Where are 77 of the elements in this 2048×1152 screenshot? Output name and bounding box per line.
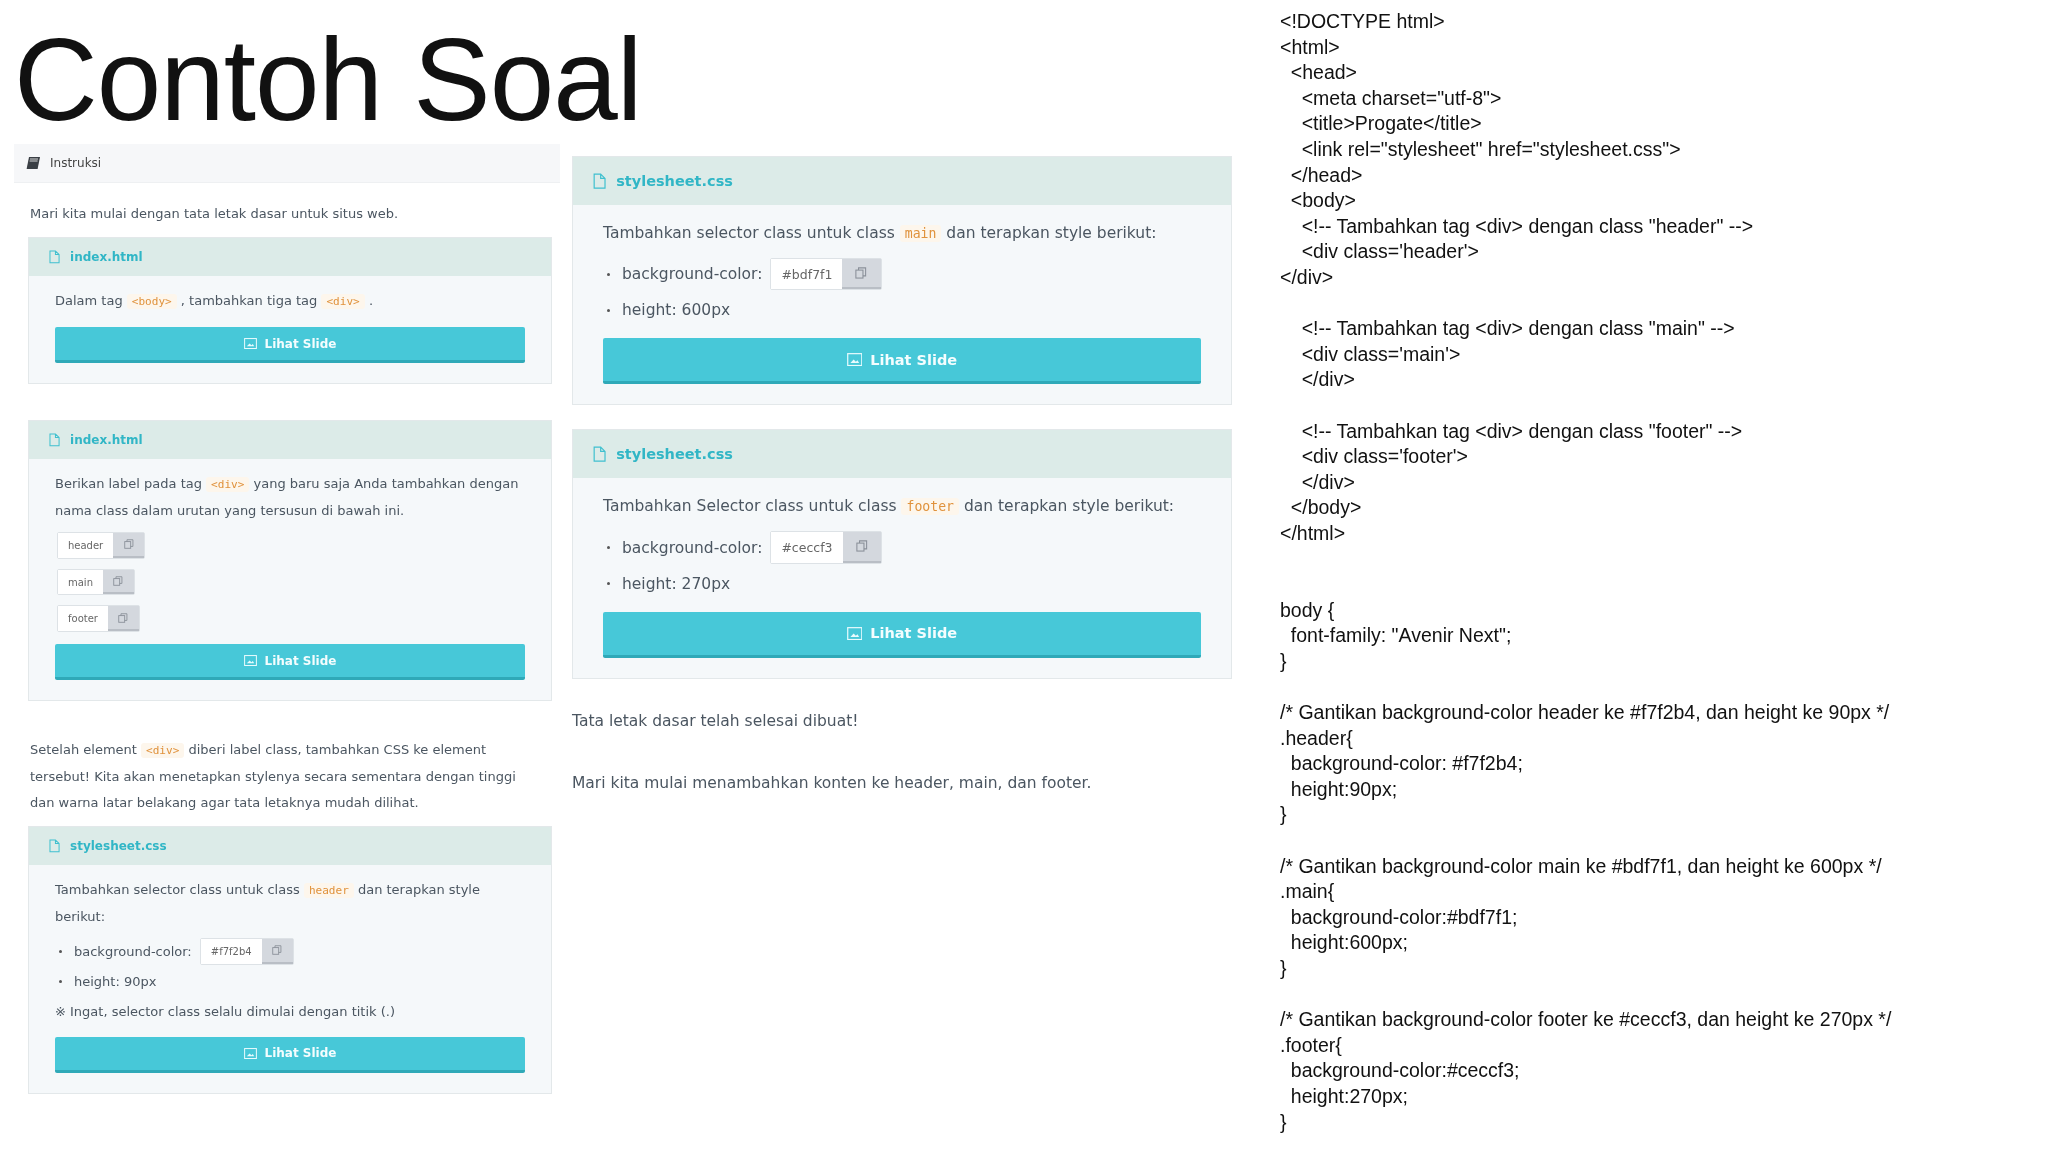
task-text: Berikan label pada tag <div> yang baru saja Anda tambahkan dengan nama class dalam urutan yang tersusun di bawah ini. — [55, 475, 520, 520]
code-line: </div> — [1280, 264, 1335, 290]
code-line: } — [1280, 1109, 1288, 1135]
bullet-icon — [59, 949, 62, 953]
style-property: background-color: — [622, 538, 763, 557]
code-line: height:90px; — [1289, 776, 1399, 802]
style-property: height: 270px — [622, 574, 731, 593]
file-name: index.html — [70, 433, 143, 447]
code-line: </head> — [1289, 162, 1364, 188]
file-name: stylesheet.css — [616, 446, 733, 463]
style-property: background-color: — [622, 265, 763, 284]
image-icon — [243, 337, 257, 349]
instructions-label: Instruksi — [50, 156, 102, 170]
code-line: /* Gantikan background-color header ke #f7f2b4, dan height ke 90px */ — [1280, 700, 1891, 726]
instruction-text: Setelah element <div> diberi label class, tambahkan CSS ke element tersebut! Kita akan menetapkan stylenya secara sementara dengan tinggi dan warna latar belakang agar tata letaknya mudah dilihat. — [30, 741, 517, 813]
code-line: body { — [1280, 597, 1336, 623]
note-text: ※ Ingat, selector class selalu dimulai dengan titik (.) — [55, 1002, 396, 1021]
code-line: } — [1280, 955, 1288, 981]
code-line: .header{ — [1280, 725, 1354, 751]
image-icon — [243, 1047, 257, 1059]
file-name: stylesheet.css — [70, 839, 167, 854]
code-line: </div> — [1300, 469, 1356, 495]
code-line: /* Gantikan background-color footer ke #ceccf3, dan height ke 270px */ — [1280, 1007, 1892, 1033]
file-name: stylesheet.css — [616, 173, 733, 189]
style-property: background-color: — [74, 943, 192, 959]
code-line: <!DOCTYPE html> — [1280, 9, 1446, 34]
file-icon — [593, 446, 607, 463]
code-line: background-color:#ceccf3; — [1289, 1058, 1521, 1084]
image-icon — [846, 353, 863, 367]
slide-title: Contoh Soal — [14, 22, 643, 138]
code-line: background-color:#bdf7f1; — [1289, 904, 1519, 930]
code-line: <body> — [1289, 188, 1357, 214]
image-icon — [846, 626, 863, 640]
code-line: <html> — [1280, 34, 1341, 60]
task-text: Tambahkan Selector class untuk class footer dan terapkan style berikut: — [603, 496, 1176, 518]
file-icon — [49, 433, 61, 447]
code-line: <link rel="stylesheet" href="stylesheet.css"> — [1300, 136, 1682, 162]
code-line: height:600px; — [1289, 930, 1409, 956]
code-line: background-color: #f7f2b4; — [1289, 751, 1524, 777]
code-line: </html> — [1280, 520, 1347, 546]
code-line: /* Gantikan background-color main ke #bdf7f1, dan height ke 600px */ — [1280, 853, 1883, 879]
bullet-icon — [59, 980, 62, 984]
code-line: } — [1280, 648, 1288, 674]
file-name: index.html — [70, 250, 143, 264]
code-line: .main{ — [1280, 879, 1336, 905]
code-line: .footer{ — [1280, 1032, 1343, 1058]
code-line: height:270px; — [1289, 1083, 1409, 1109]
image-icon — [243, 655, 257, 667]
instruction-text: Mari kita mulai menambahkan konten ke header, main, dan footer. — [572, 772, 1093, 794]
file-icon — [49, 250, 61, 264]
code-line: <head> — [1289, 60, 1358, 86]
instruction-text: Mari kita mulai dengan tata letak dasar untuk situs web. — [30, 205, 400, 223]
book-icon — [26, 157, 40, 169]
code-line: <!-- Tambahkan tag <div> dengan class "header" --> — [1300, 213, 1755, 239]
code-line: <!-- Tambahkan tag <div> dengan class "footer" --> — [1300, 418, 1744, 444]
file-icon — [49, 839, 61, 853]
task-text: Tambahkan selector class untuk class main dan terapkan style berikut: — [603, 223, 1158, 244]
bullet-icon — [607, 582, 610, 586]
bullet-icon — [607, 308, 610, 312]
style-property: height: 90px — [74, 974, 157, 990]
bullet-icon — [607, 546, 610, 550]
code-line: <div class='header'> — [1300, 239, 1480, 265]
code-line: <meta charset="utf-8"> — [1300, 85, 1503, 111]
code-line: <div class='main'> — [1300, 341, 1462, 367]
code-line: font-family: "Avenir Next"; — [1289, 623, 1513, 649]
code-line: </body> — [1289, 495, 1363, 521]
code-line: } — [1280, 802, 1288, 828]
code-line: <title>Progate</title> — [1300, 111, 1483, 137]
task-text: Tambahkan selector class untuk class header dan terapkan style berikut: — [55, 881, 481, 927]
code-line: <!-- Tambahkan tag <div> dengan class "main" --> — [1300, 316, 1736, 342]
file-icon — [593, 172, 607, 190]
code-line: <div class='footer'> — [1300, 444, 1469, 470]
style-property: height: 600px — [622, 301, 731, 320]
bullet-icon — [607, 272, 610, 276]
instruction-text: Tata letak dasar telah selesai dibuat! — [572, 710, 860, 732]
code-line: </div> — [1300, 367, 1356, 393]
task-text: Dalam tag <body> , tambahkan tiga tag <div> . — [55, 292, 374, 311]
